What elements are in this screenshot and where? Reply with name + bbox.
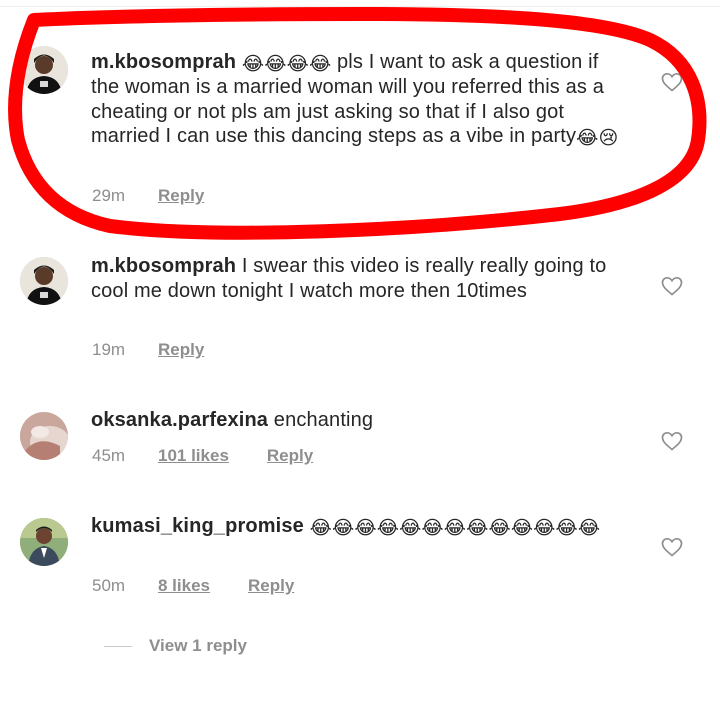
comment-text: m.kbosomprah 😂😂😂😂 pls I want to ask a qu…	[91, 50, 631, 149]
likes-count[interactable]: 101 likes	[158, 446, 229, 466]
avatar-image	[20, 412, 68, 460]
laugh-cry-emoji-group: 😂😢	[576, 128, 619, 149]
avatar-image	[20, 257, 68, 305]
heart-icon[interactable]	[660, 535, 684, 559]
comment-meta: 29m Reply	[92, 186, 204, 206]
comment-text: m.kbosomprah I swear this video is reall…	[91, 254, 631, 303]
heart-icon[interactable]	[660, 274, 684, 298]
heart-icon[interactable]	[660, 70, 684, 94]
laughing-emoji-group: 😂😂😂😂	[241, 54, 332, 75]
comment-meta: 45m 101 likes Reply	[92, 446, 313, 466]
heart-icon[interactable]	[660, 429, 684, 453]
timestamp: 45m	[92, 446, 126, 465]
username[interactable]: m.kbosomprah	[91, 51, 236, 73]
avatar[interactable]	[20, 518, 68, 566]
avatar-image	[20, 518, 68, 566]
reply-button[interactable]: Reply	[158, 340, 204, 360]
timestamp: 29m	[92, 186, 126, 205]
reply-button[interactable]: Reply	[248, 576, 294, 596]
laughing-emoji-group: 😂😂😂😂😂😂😂😂😂😂😂😂😂	[309, 518, 601, 539]
timestamp: 19m	[92, 340, 126, 359]
reply-button[interactable]: Reply	[158, 186, 204, 206]
avatar-image	[20, 46, 68, 94]
reply-button[interactable]: Reply	[267, 446, 313, 466]
view-replies-button[interactable]: View 1 reply	[104, 634, 247, 658]
username[interactable]: oksanka.parfexina	[91, 409, 268, 431]
comment-body: enchanting	[268, 409, 374, 431]
comment-text: oksanka.parfexina enchanting	[91, 408, 631, 433]
likes-count[interactable]: 8 likes	[158, 576, 210, 596]
comment-meta: 19m Reply	[92, 340, 204, 360]
username[interactable]: m.kbosomprah	[91, 255, 236, 277]
top-divider	[0, 6, 720, 7]
timestamp: 50m	[92, 576, 126, 595]
comment-meta: 50m 8 likes Reply	[92, 576, 294, 596]
avatar[interactable]	[20, 412, 68, 460]
username[interactable]: kumasi_king_promise	[91, 515, 304, 537]
comment-text: kumasi_king_promise 😂😂😂😂😂😂😂😂😂😂😂😂😂	[91, 514, 631, 539]
view-replies-label: View 1 reply	[149, 636, 247, 655]
avatar[interactable]	[20, 257, 68, 305]
avatar[interactable]	[20, 46, 68, 94]
view-replies-divider	[104, 645, 132, 647]
